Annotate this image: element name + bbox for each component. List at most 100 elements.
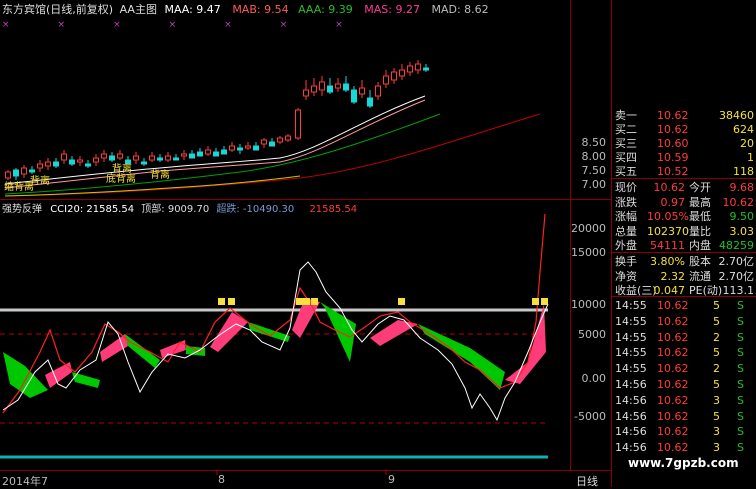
candlesticks	[5, 60, 429, 180]
y-tick: -5000	[574, 410, 606, 423]
candle	[45, 161, 51, 167]
order-volume: 20	[740, 137, 754, 150]
candle	[53, 161, 59, 167]
y-tick: 5000	[578, 328, 606, 341]
quote-stat-row: 总量 102370 量比 3.03	[613, 224, 756, 239]
quote-stat-row: 涨跌 0.97 最高 10.62	[613, 195, 756, 210]
candle	[61, 153, 67, 161]
trade-price: 10.62	[657, 362, 689, 376]
stat-value: 10.62	[722, 195, 755, 209]
trade-time: 14:56	[615, 378, 647, 391]
watermark: www.7gpzb.com	[628, 456, 739, 470]
candle	[375, 85, 381, 97]
stat-label: 净资	[615, 269, 637, 283]
trade-price: 10.62	[657, 299, 689, 312]
stat-label: 股本	[689, 255, 711, 268]
trade-row: 14:56 10.62 3 S	[613, 440, 756, 455]
order-price: 10.60	[657, 137, 689, 150]
trade-price: 10.62	[657, 425, 689, 439]
trade-side: S	[737, 346, 744, 360]
trade-side: S	[737, 393, 744, 407]
stat-value: 10.62	[653, 181, 686, 194]
y-tick: 10000	[571, 298, 606, 311]
cci-line-white	[2, 261, 549, 422]
quote-stat-row: 现价 10.62 今开 9.68	[613, 180, 756, 195]
candle	[423, 67, 429, 71]
order-volume: 624	[733, 123, 754, 136]
order-book-row: 买二 10.62 624	[613, 122, 756, 137]
y-tick: 0.00	[581, 372, 607, 385]
y-tick: 20000	[571, 222, 606, 235]
candle	[351, 89, 357, 103]
candle	[173, 157, 179, 161]
trade-price: 10.62	[657, 409, 689, 423]
annotation-divergence: 背离	[150, 170, 170, 181]
cci-chart[interactable]	[0, 212, 570, 470]
stat-label: 流通	[689, 269, 711, 283]
divider	[570, 0, 571, 470]
quote-stat-row: 涨幅 10.05% 最低 9.50	[613, 209, 756, 224]
trade-row: 14:56 10.62 5 S	[613, 377, 756, 392]
trade-row: 14:55 10.62 5 S	[613, 314, 756, 329]
order-label: 买四	[615, 151, 637, 164]
trade-row: 14:55 10.62 2 S	[613, 330, 756, 345]
candle	[359, 87, 365, 95]
price-chart[interactable]	[0, 0, 570, 200]
stat-label: 量比	[689, 224, 711, 238]
order-label: 买三	[615, 137, 637, 150]
candle	[37, 163, 43, 169]
candle	[77, 159, 83, 163]
trade-side: S	[737, 362, 744, 376]
order-price: 10.52	[657, 165, 689, 178]
trade-time: 14:55	[615, 362, 647, 376]
trade-time: 14:56	[615, 393, 647, 407]
candle	[261, 139, 267, 145]
trade-row: 14:55 10.62 5 S	[613, 345, 756, 360]
trade-side: S	[737, 409, 744, 423]
trade-time: 14:56	[615, 425, 647, 439]
candle	[205, 149, 211, 155]
stat-value: 2.70亿	[718, 255, 755, 268]
ma-line-red	[4, 113, 541, 197]
candle	[245, 145, 251, 149]
trade-side: S	[737, 299, 744, 312]
trade-side: S	[737, 314, 744, 328]
trade-price: 10.62	[657, 393, 689, 407]
order-label: 卖一	[615, 109, 637, 122]
candle	[117, 153, 123, 159]
candle	[367, 97, 373, 107]
trade-row: 14:55 10.62 5 S	[613, 298, 756, 313]
order-volume: 1	[747, 151, 754, 164]
stat-value: 0.97	[660, 195, 686, 209]
candle	[93, 157, 99, 163]
order-price: 10.59	[657, 151, 689, 164]
x-axis-ticks	[216, 470, 387, 475]
trade-price: 10.62	[657, 378, 689, 391]
candle	[303, 89, 309, 97]
candle	[21, 167, 27, 175]
candle	[165, 155, 171, 161]
divider	[612, 296, 756, 297]
candle	[237, 147, 243, 151]
trade-side: S	[737, 441, 744, 455]
trade-side: S	[737, 425, 744, 439]
stat-value: 10.05%	[647, 210, 689, 224]
order-volume: 38460	[719, 109, 754, 122]
order-book-row: 买五 10.52 118	[613, 164, 756, 179]
candle	[229, 145, 235, 151]
trade-volume: 3	[713, 441, 720, 455]
candle	[335, 83, 341, 89]
candle	[69, 159, 75, 165]
order-label: 买二	[615, 123, 637, 136]
candle	[399, 69, 405, 77]
stat-value: 102370	[647, 224, 689, 238]
order-book-row: 买四 10.59 1	[613, 150, 756, 165]
candle	[391, 71, 397, 81]
candle	[383, 75, 389, 85]
trade-volume: 2	[713, 362, 720, 376]
candle	[221, 149, 227, 155]
trade-volume: 5	[713, 409, 720, 423]
y-tick: 7.00	[581, 178, 607, 191]
candle	[269, 141, 275, 147]
candle	[101, 153, 107, 159]
